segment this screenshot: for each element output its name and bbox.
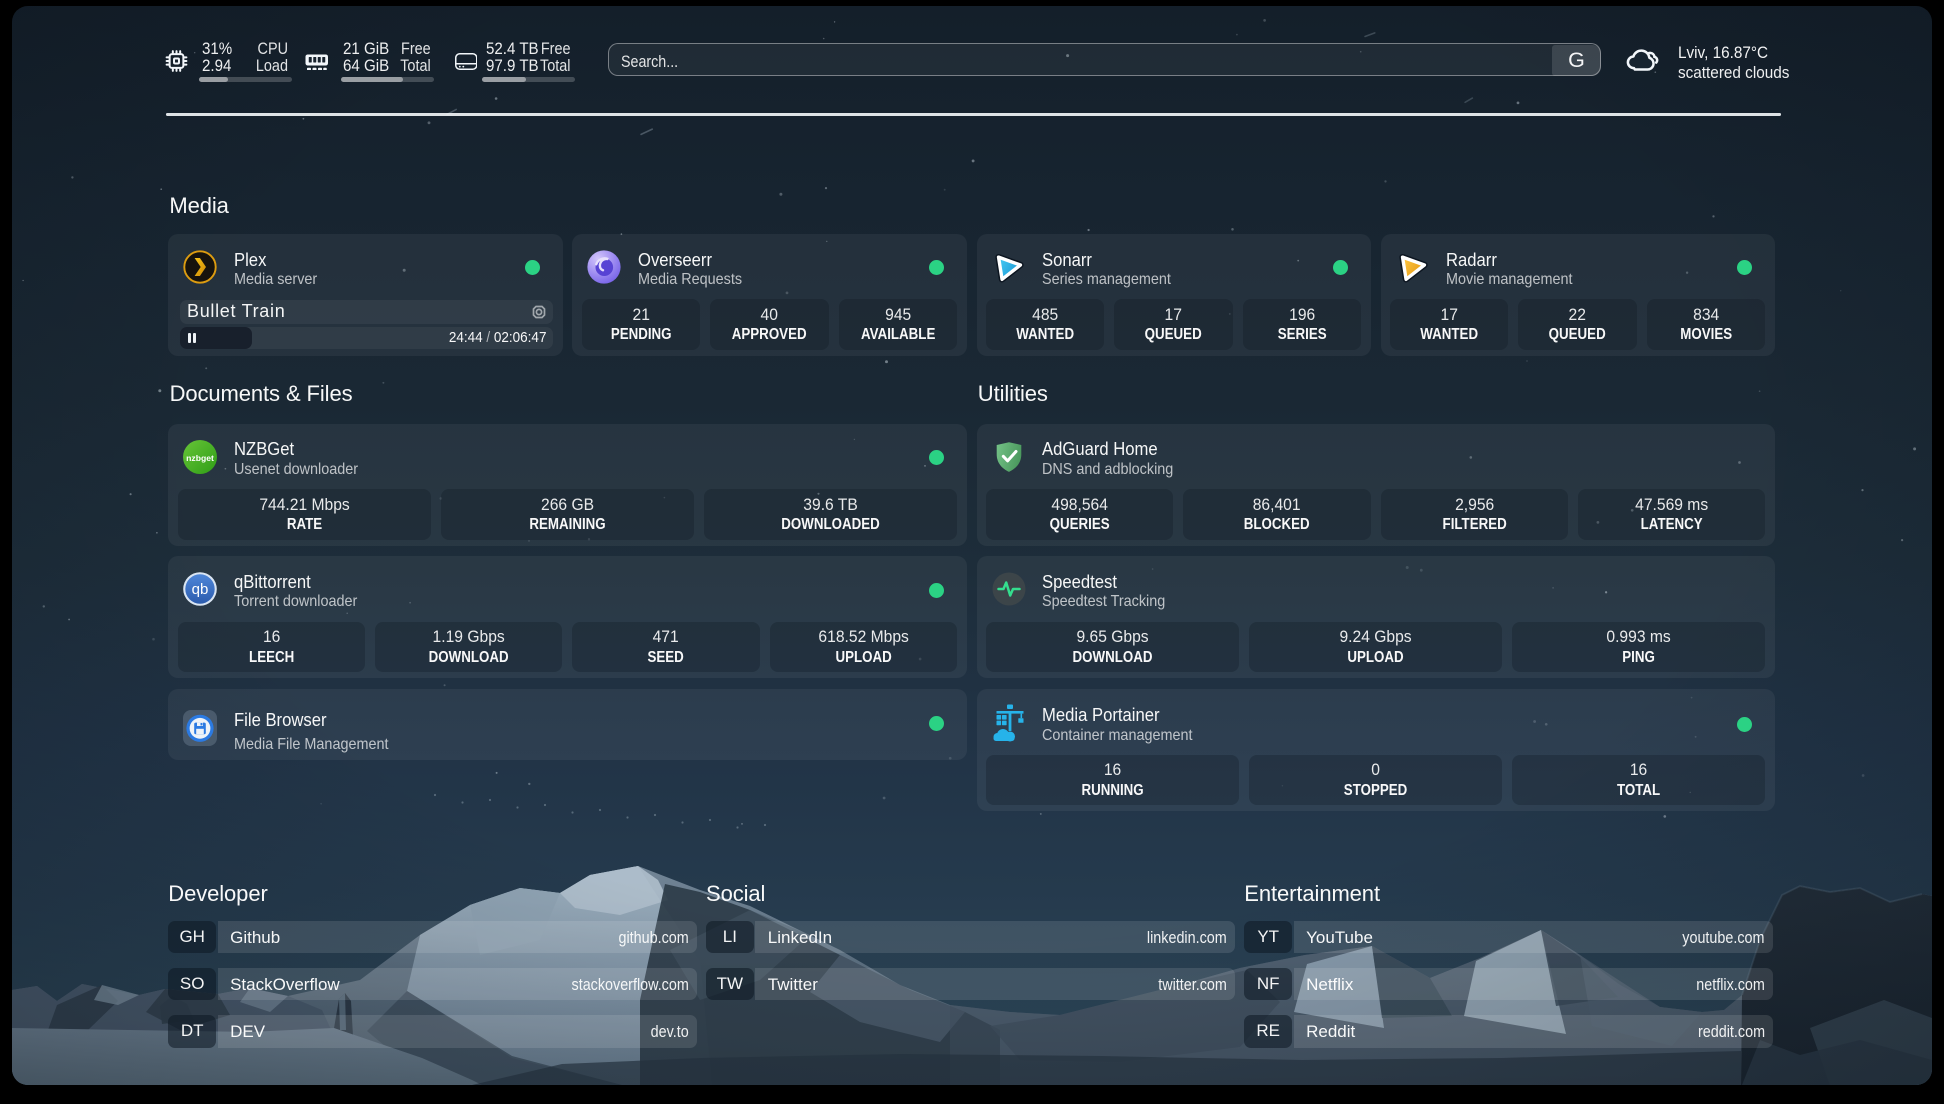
svg-text:nzbget: nzbget — [186, 452, 214, 462]
svg-text:qb: qb — [192, 581, 209, 598]
